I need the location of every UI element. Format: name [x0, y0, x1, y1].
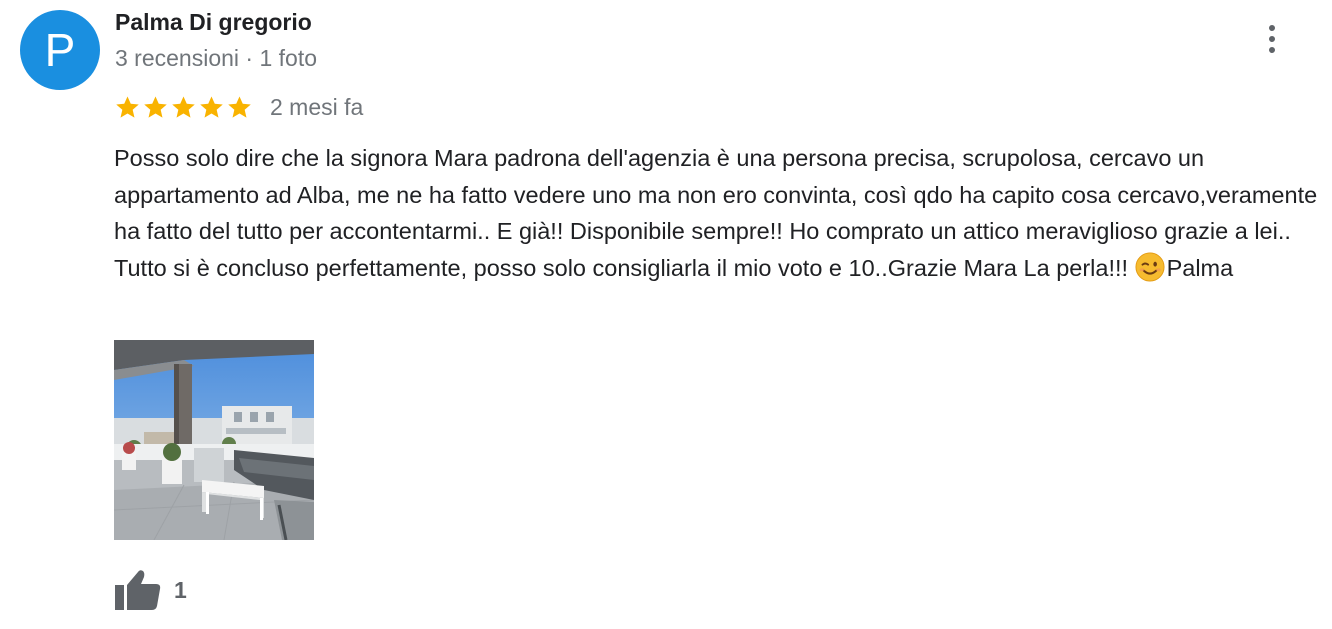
star-icon	[144, 95, 167, 118]
author-meta[interactable]: 3 recensioni · 1 foto	[115, 45, 317, 72]
avatar[interactable]: P	[20, 10, 100, 90]
more-vert-icon	[1269, 25, 1275, 31]
author-name[interactable]: Palma Di gregorio	[115, 9, 312, 36]
like-row: 1	[114, 568, 187, 612]
rooftop-terrace-photo	[114, 340, 314, 540]
star-icon	[200, 95, 223, 118]
star-rating	[114, 94, 253, 121]
review-photo[interactable]	[114, 340, 314, 540]
star-icon	[116, 95, 139, 118]
review-text: Posso solo dire che la signora Mara padr…	[114, 140, 1326, 286]
more-options-button[interactable]	[1255, 22, 1289, 56]
thumb-up-icon[interactable]	[114, 568, 162, 612]
star-icon	[172, 95, 195, 118]
winking-face-emoji-icon	[1135, 251, 1165, 282]
more-vert-icon-dot	[1269, 36, 1275, 42]
review-signature: Palma	[1166, 254, 1234, 281]
rating-row: 2 mesi fa	[114, 91, 363, 123]
review-date: 2 mesi fa	[270, 93, 364, 120]
like-count: 1	[174, 576, 187, 603]
star-icon	[228, 95, 251, 118]
more-vert-icon-dot	[1269, 47, 1275, 53]
